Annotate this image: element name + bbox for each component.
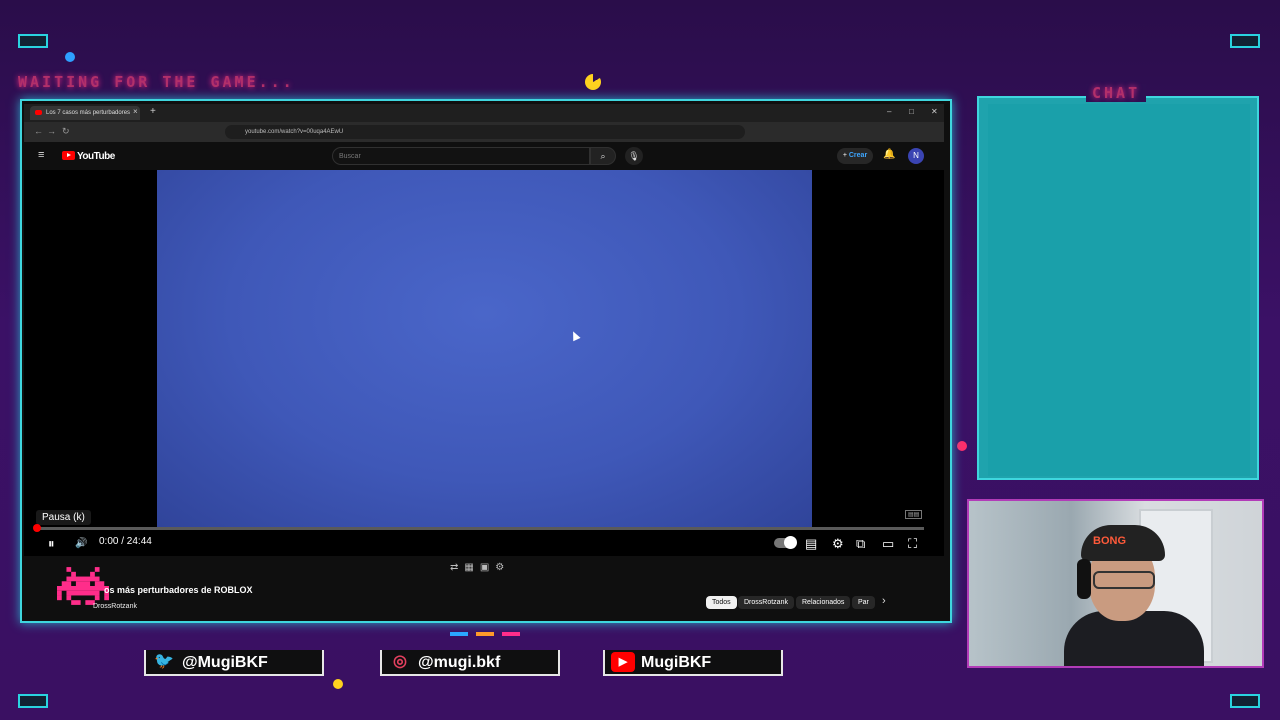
instagram-icon: ◎: [393, 653, 407, 670]
settings-icon[interactable]: ⚙: [832, 536, 844, 552]
social-youtube: ▶ MugiBKF: [603, 650, 783, 676]
avatar[interactable]: N: [908, 148, 924, 164]
miniplayer-icon[interactable]: ⧉: [856, 536, 865, 552]
video-frame[interactable]: [157, 170, 812, 528]
social-instagram: ◎ @mugi.bkf: [380, 650, 560, 676]
youtube-logo-text[interactable]: YouTube: [77, 151, 115, 162]
youtube-favicon-icon: [35, 110, 42, 115]
waiting-banner: WAITING FOR THE GAME...: [18, 73, 295, 91]
twitter-handle: @MugiBKF: [182, 654, 268, 671]
youtube-icon: ▶: [611, 652, 635, 672]
progress-scrubber[interactable]: [33, 524, 41, 532]
tab-close-icon[interactable]: ×: [133, 107, 138, 116]
maximize-window-button[interactable]: □: [909, 107, 914, 116]
close-window-button[interactable]: ✕: [931, 107, 938, 116]
create-label: Crear: [848, 152, 868, 159]
chat-label: CHAT: [1086, 84, 1147, 102]
fullscreen-icon[interactable]: ⛶: [908, 536, 917, 552]
volume-icon[interactable]: 🔊: [75, 538, 87, 549]
youtube-handle: MugiBKF: [641, 654, 712, 671]
search-input[interactable]: Buscar: [332, 147, 590, 165]
corner-decoration-bottom-left: [18, 694, 48, 708]
chip-more[interactable]: Par: [852, 596, 875, 609]
minimize-window-button[interactable]: –: [887, 107, 891, 116]
chips-next-icon[interactable]: ›: [882, 595, 886, 607]
create-plus-icon: +: [842, 152, 847, 159]
browser-tab[interactable]: Los 7 casos más perturbadores: [30, 106, 140, 120]
webcam-person-body: [1064, 611, 1204, 666]
yellow-star-decoration: [333, 679, 343, 689]
browser-tabbar: [24, 104, 944, 122]
menu-icon[interactable]: ≡: [38, 149, 44, 161]
forward-icon[interactable]: →: [47, 126, 56, 136]
corner-decoration-bottom-right: [1230, 694, 1260, 708]
new-tab-button[interactable]: +: [150, 106, 156, 117]
address-bar[interactable]: youtube.com/watch?v=00uqa4AEwU: [225, 125, 745, 139]
webcam-cap-text: BONG: [1093, 535, 1126, 547]
corner-decoration-top-left: [18, 34, 48, 48]
youtube-logo-icon[interactable]: [62, 151, 75, 160]
autoplay-toggle[interactable]: [774, 536, 797, 549]
channel-name[interactable]: DrossRotzank: [93, 603, 137, 610]
corner-decoration-top-right: [1230, 34, 1260, 48]
webcam-feed: BONG: [967, 499, 1264, 668]
player-overlay-badge: ▤▤: [905, 510, 923, 519]
pacman-icon: [585, 74, 601, 90]
mini-color-bars: [450, 632, 520, 636]
subtitles-icon[interactable]: ▤: [805, 536, 817, 552]
pause-button[interactable]: ⏸: [48, 536, 55, 552]
mic-icon[interactable]: 🎙: [625, 147, 643, 165]
notifications-bell-icon[interactable]: 🔔: [883, 149, 895, 160]
webcam-glasses: [1093, 571, 1155, 589]
instagram-handle: @mugi.bkf: [418, 654, 501, 671]
chip-channel[interactable]: DrossRotzank: [738, 596, 794, 609]
time-display: 0:00 / 24:44: [99, 536, 152, 547]
chat-area: [988, 104, 1250, 476]
create-button[interactable]: + Crear: [837, 148, 873, 164]
reload-icon[interactable]: ↻: [62, 126, 70, 137]
twitter-icon: 🐦: [154, 653, 174, 670]
pink-star-decoration: [957, 441, 967, 451]
chip-related[interactable]: Relacionados: [796, 596, 851, 609]
search-button[interactable]: ⌕: [590, 147, 616, 165]
pause-tooltip: Pausa (k): [36, 510, 91, 525]
chip-todos[interactable]: Todos: [706, 596, 737, 609]
capture-toolbar-icons[interactable]: ⇄▦▣⚙: [450, 562, 510, 573]
progress-bar[interactable]: [34, 527, 924, 530]
webcam-headphone: [1077, 559, 1091, 599]
video-title: os más perturbadores de ROBLOX: [104, 585, 253, 595]
blue-star-decoration: [65, 52, 75, 62]
space-invader-icon: [57, 567, 109, 605]
social-twitter: 🐦 @MugiBKF: [144, 650, 324, 676]
theater-mode-icon[interactable]: ▭: [882, 536, 894, 552]
back-icon[interactable]: ←: [34, 126, 43, 136]
